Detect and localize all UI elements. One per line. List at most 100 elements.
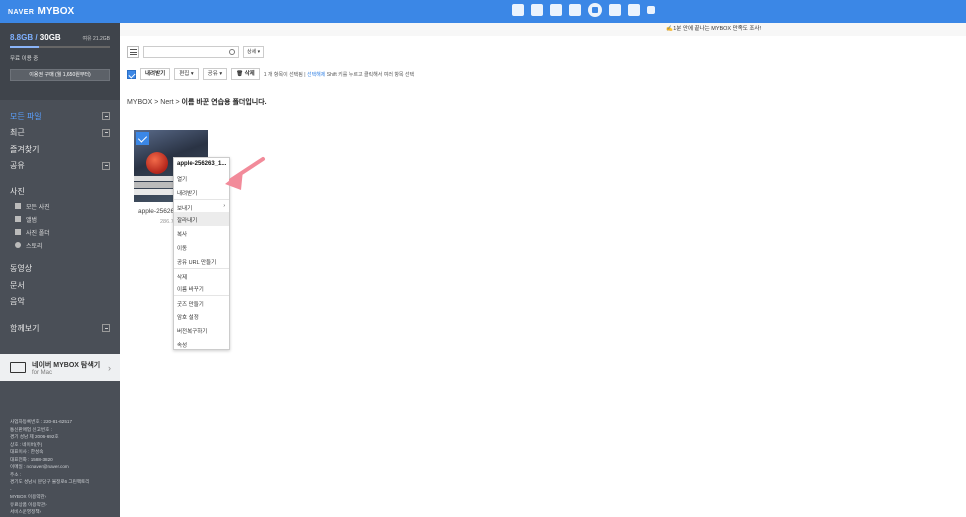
survey-notice[interactable]: ✍1분 안에 끝나는 MYBOX 만족도 조사! [120, 23, 966, 36]
footer-line: 주소 : [10, 471, 22, 477]
breadcrumb-separator: > [175, 99, 180, 106]
menu-item-goods[interactable]: 굿즈 만들기 [174, 295, 229, 309]
context-menu: apple-256263_1... 열기 내려받기 보내기 › 잘라내기 복사 이… [173, 157, 230, 350]
menu-item-rename[interactable]: 이름 바꾸기 [174, 281, 229, 295]
storage-bar-fill [10, 46, 39, 48]
note-icon[interactable] [628, 4, 640, 16]
story-icon [15, 242, 21, 248]
sidebar-nav: 모든 파일 최근 즐겨찾기 공유 사진 모든 사진 앨범 사진 폴더 스토리 동… [0, 100, 120, 337]
breadcrumb-mid[interactable]: Nert [160, 99, 173, 106]
footer-line: 대표전화 : 1588-3820 [10, 456, 53, 462]
explorer-sub: for Mac [32, 369, 53, 376]
footer-line: 경기 성남 제 2006-692호 [10, 434, 59, 439]
sidebar-item-stories[interactable]: 스토리 [10, 239, 110, 252]
terms-link[interactable]: MYBOX 이용약관› [10, 493, 115, 501]
album-icon [15, 216, 21, 222]
menu-item-properties[interactable]: 속성 [174, 337, 229, 351]
menu-item-copy[interactable]: 복사 [174, 226, 229, 240]
footer-line: 사업자등록번호 : 220-81-62517 [10, 419, 73, 424]
selection-info: 1 개 항목이 선택됨 | 선택해제 Shift 키를 누르고 클릭해서 여러 … [263, 71, 415, 78]
sidebar: 8.8GB / 30GB 여유 21.2GB 무료 이용 중 이용권 구매 (월… [0, 23, 120, 517]
expand-icon[interactable] [102, 161, 110, 170]
explorer-title: 네이버 MYBOX 탐색기 [32, 361, 101, 369]
footer-line: 이메일 : ncnaver@naver.com [10, 464, 69, 469]
office-icon[interactable] [609, 4, 621, 16]
deselect-link[interactable]: 선택해제 [307, 72, 325, 78]
breadcrumb-root[interactable]: MYBOX [127, 99, 152, 106]
explorer-download-banner[interactable]: 네이버 MYBOX 탐색기 for Mac › [0, 354, 120, 381]
file-size: 286.7 [160, 219, 174, 225]
footer-line: 경기도 성남시 분당구 불정로6 그린팩토리 [10, 479, 90, 484]
action-toolbar: 내려받기 편집 ▾ 공유 ▾ 🗑 삭제 1 개 항목이 선택됨 | 선택해제 S… [127, 68, 414, 80]
paid-terms-link[interactable]: 유료상품 이용약관› [10, 501, 115, 509]
search-toolbar: 상세 ▾ [127, 46, 265, 58]
storage-bar [10, 46, 110, 48]
contacts-icon[interactable] [569, 4, 581, 16]
file-name[interactable]: apple-25626 [138, 208, 174, 215]
menu-item-share-url[interactable]: 공유 URL 만들기 [174, 254, 229, 268]
storage-usage: 8.8GB / 30GB [10, 33, 61, 42]
menu-item-cut[interactable]: 잘라내기 [174, 212, 229, 227]
select-all-checkbox[interactable] [127, 69, 136, 79]
sidebar-item-together[interactable]: 함께보기 [10, 320, 110, 337]
sidebar-item-documents[interactable]: 문서 [10, 277, 110, 294]
list-icon[interactable] [550, 4, 562, 16]
sidebar-item-recent[interactable]: 최근 [10, 125, 110, 142]
menu-item-password[interactable]: 암호 설정 [174, 309, 229, 323]
footer-info: 사업자등록번호 : 220-81-62517 통신판매업 신고번호 : 경기 성… [10, 418, 115, 516]
delete-button[interactable]: 🗑 삭제 [231, 68, 260, 80]
storage-panel: 8.8GB / 30GB 여유 21.2GB 무료 이용 중 이용권 구매 (월… [0, 23, 120, 100]
menu-item-download[interactable]: 내려받기 [174, 185, 229, 199]
main-area: ✍1분 안에 끝나는 MYBOX 만족도 조사! 상세 ▾ 내려받기 편집 ▾ … [120, 23, 966, 517]
sidebar-item-music[interactable]: 음악 [10, 294, 110, 311]
download-button[interactable]: 내려받기 [140, 68, 171, 80]
footer-line: 대표이사 : 한성숙 [10, 449, 44, 454]
mail-icon[interactable] [512, 4, 524, 16]
menu-toggle-button[interactable] [127, 46, 139, 58]
sidebar-item-photo-folders[interactable]: 사진 폴더 [10, 226, 110, 239]
search-icon[interactable] [229, 49, 235, 55]
app-switcher [512, 3, 655, 17]
context-menu-title: apple-256263_1... [177, 161, 227, 167]
sidebar-item-photos[interactable]: 사진 [10, 183, 110, 200]
footer-line: 상호 : 네이버(주) [10, 441, 43, 447]
search-input[interactable] [143, 46, 239, 58]
submenu-arrow-icon: › [223, 202, 225, 209]
folder-icon [15, 229, 21, 235]
menu-item-version-restore[interactable]: 버전복구하기 [174, 323, 229, 337]
sidebar-item-all-photos[interactable]: 모든 사진 [10, 200, 110, 213]
photo-icon [15, 203, 21, 209]
share-dropdown[interactable]: 공유 ▾ [202, 68, 228, 80]
mybox-icon[interactable] [588, 3, 602, 17]
detail-search-button[interactable]: 상세 ▾ [243, 46, 265, 58]
sidebar-item-all-files[interactable]: 모든 파일 [10, 108, 110, 125]
expand-icon[interactable] [102, 128, 110, 137]
expand-icon[interactable] [102, 112, 110, 121]
more-icon[interactable] [647, 6, 655, 14]
free-plan-label: 무료 이용 중 [10, 56, 39, 62]
sidebar-item-videos[interactable]: 동영상 [10, 261, 110, 278]
file-checkbox[interactable] [136, 132, 149, 145]
sidebar-item-albums[interactable]: 앨범 [10, 213, 110, 226]
menu-item-send[interactable]: 보내기 › [174, 198, 229, 213]
trash-icon: 🗑 [236, 71, 244, 77]
calendar-icon[interactable] [531, 4, 543, 16]
sidebar-item-shared[interactable]: 공유 [10, 158, 110, 175]
menu-item-move[interactable]: 이동 [174, 240, 229, 254]
buy-plan-button[interactable]: 이용권 구매 (월 1,650원부터) [10, 69, 110, 81]
menu-item-delete[interactable]: 삭제 [174, 267, 229, 282]
footer-line: 통신판매업 신고번호 : [10, 426, 52, 432]
logo[interactable]: NAVER MYBOX [8, 6, 74, 17]
sidebar-item-favorites[interactable]: 즐겨찾기 [10, 141, 110, 158]
top-bar: NAVER MYBOX [0, 0, 966, 23]
breadcrumb-separator: > [154, 99, 159, 106]
storage-remain: 여유 21.2GB [82, 36, 110, 42]
menu-item-open[interactable]: 열기 [174, 171, 229, 185]
policy-link[interactable]: 서비스운영정책› [10, 508, 115, 516]
annotation-arrow-icon [225, 157, 265, 190]
expand-icon[interactable] [102, 324, 110, 333]
edit-dropdown[interactable]: 편집 ▾ [174, 68, 199, 80]
apple-image [146, 152, 168, 174]
footer-line: - [10, 486, 12, 492]
chevron-right-icon: › [108, 362, 111, 373]
